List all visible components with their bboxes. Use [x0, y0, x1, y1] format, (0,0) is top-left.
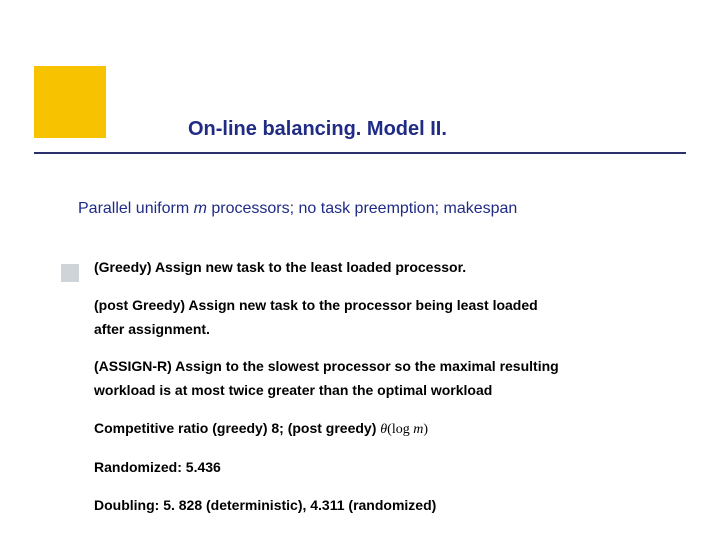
post-greedy-block: (post Greedy) Assign new task to the pro…	[94, 294, 684, 342]
doubling-line: Doubling: 5. 828 (deterministic), 4.311 …	[94, 494, 684, 518]
slide-title: On-line balancing. Model II.	[188, 118, 447, 141]
slide-body: (Greedy) Assign new task to the least lo…	[94, 256, 684, 531]
log-text: log	[392, 422, 413, 437]
close-paren: )	[423, 422, 428, 437]
slide: On-line balancing. Model II. Parallel un…	[0, 0, 720, 540]
subtitle-suffix: processors; no task preemption; makespan	[207, 200, 517, 217]
accent-square-small	[61, 264, 79, 282]
subtitle-m: m	[194, 200, 207, 217]
competitive-formula: θ(log m)	[380, 422, 428, 437]
accent-square-large	[34, 66, 106, 138]
randomized-line: Randomized: 5.436	[94, 456, 684, 480]
post-greedy-line2: after assignment.	[94, 321, 210, 337]
subtitle-prefix: Parallel uniform	[78, 200, 194, 217]
assign-r-block: (ASSIGN-R) Assign to the slowest process…	[94, 355, 684, 403]
slide-subtitle: Parallel uniform m processors; no task p…	[78, 200, 517, 218]
assign-r-line1: (ASSIGN-R) Assign to the slowest process…	[94, 358, 559, 374]
competitive-prefix: Competitive ratio (greedy) 8; (post gree…	[94, 420, 380, 436]
competitive-line: Competitive ratio (greedy) 8; (post gree…	[94, 417, 684, 442]
post-greedy-line1: (post Greedy) Assign new task to the pro…	[94, 297, 538, 313]
title-underline	[34, 152, 686, 154]
assign-r-line2: workload is at most twice greater than t…	[94, 382, 492, 398]
greedy-line: (Greedy) Assign new task to the least lo…	[94, 256, 684, 280]
m-var: m	[413, 422, 423, 437]
